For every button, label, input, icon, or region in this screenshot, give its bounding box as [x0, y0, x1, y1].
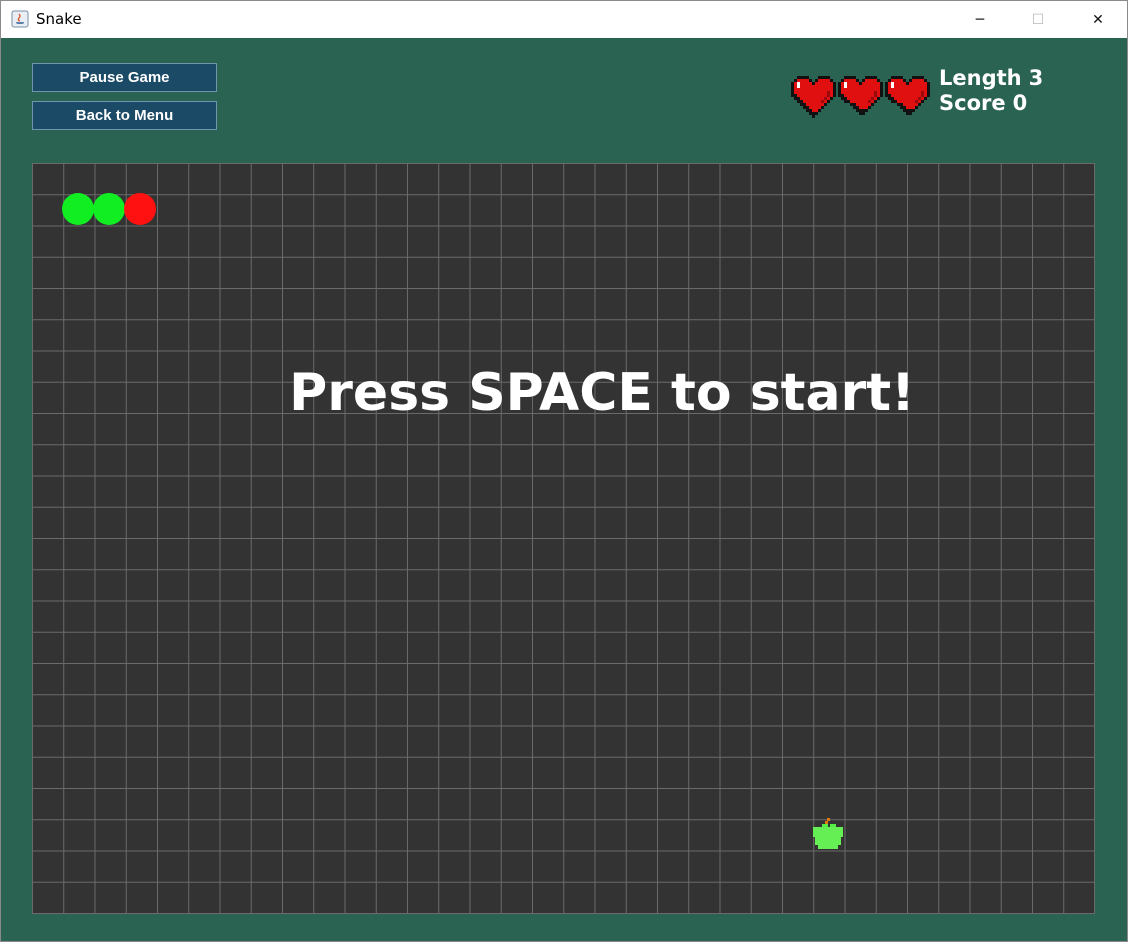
maximize-button[interactable]: ☐ [1009, 1, 1067, 38]
score-value: 0 [1012, 91, 1028, 115]
title-bar: Snake ─ ☐ ✕ [1, 1, 1127, 38]
heart-icon [838, 76, 883, 115]
heart-icon [791, 76, 836, 118]
start-prompt: Press SPACE to start! [289, 363, 915, 423]
length-label: Length [939, 66, 1022, 90]
score-label: Score [939, 91, 1006, 115]
score-stat: Score 0 [939, 91, 1043, 116]
java-app-icon [11, 10, 29, 28]
game-panel: Pause Game Back to Menu Length 3 Score 0… [1, 38, 1127, 941]
pause-game-button[interactable]: Pause Game [32, 63, 217, 92]
apple-icon [813, 818, 843, 849]
stats-panel: Length 3 Score 0 [939, 66, 1043, 116]
snake-window: Snake ─ ☐ ✕ Pause Game Back to Menu Leng… [0, 0, 1128, 942]
window-title: Snake [36, 10, 82, 28]
snake-head [124, 193, 156, 225]
length-value: 3 [1028, 66, 1044, 90]
snake-body-segment [62, 193, 94, 225]
back-to-menu-button[interactable]: Back to Menu [32, 101, 217, 130]
minimize-button[interactable]: ─ [951, 1, 1009, 38]
length-stat: Length 3 [939, 66, 1043, 91]
close-button[interactable]: ✕ [1069, 1, 1127, 38]
lives-display [791, 75, 930, 119]
heart-icon [885, 76, 930, 115]
game-board[interactable]: Press SPACE to start! [32, 163, 1095, 914]
snake-body-segment [93, 193, 125, 225]
